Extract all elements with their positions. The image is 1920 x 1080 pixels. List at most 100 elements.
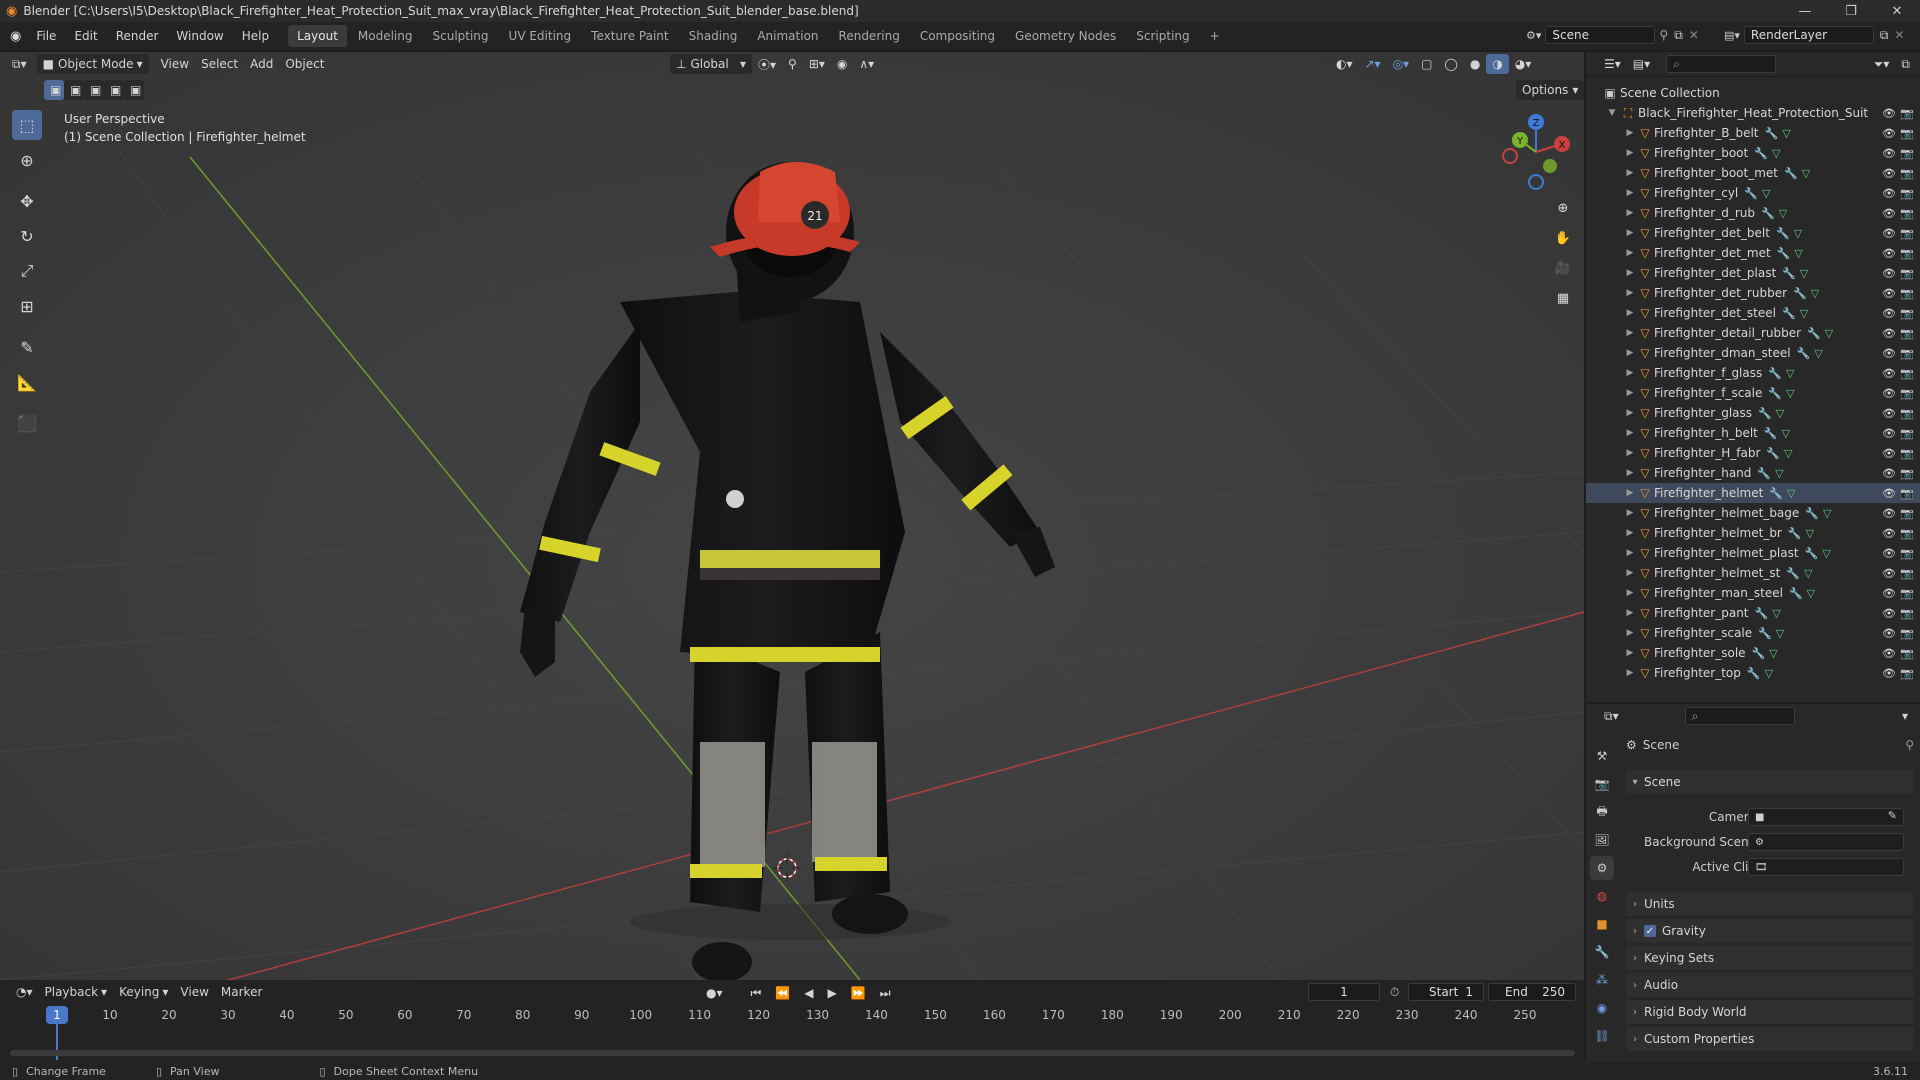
falloff-icon[interactable]: ∧▾ bbox=[853, 54, 880, 74]
object-tab-icon[interactable]: ■ bbox=[1590, 912, 1614, 936]
panel-audio[interactable]: › Audio bbox=[1626, 973, 1914, 997]
mesh-data-icon[interactable]: ▽ bbox=[1784, 447, 1792, 460]
pin-scene-icon[interactable]: ⚲ bbox=[1659, 28, 1668, 42]
visibility-eye-icon[interactable]: 👁 bbox=[1882, 487, 1896, 500]
modifier-wrench-icon[interactable]: 🔧 bbox=[1786, 567, 1800, 580]
expand-arrow-icon[interactable]: ▶ bbox=[1624, 148, 1636, 158]
viewport-menu-add[interactable]: Add bbox=[244, 54, 279, 74]
options-button[interactable]: Options ▾ bbox=[1516, 80, 1585, 100]
display-mode-icon[interactable]: ▤▾ bbox=[1627, 54, 1656, 74]
tab-modeling[interactable]: Modeling bbox=[349, 25, 422, 47]
modifier-wrench-icon[interactable]: 🔧 bbox=[1747, 667, 1761, 680]
mesh-data-icon[interactable]: ▽ bbox=[1776, 407, 1784, 420]
visibility-eye-icon[interactable]: 👁 bbox=[1882, 387, 1896, 400]
tab-shading[interactable]: Shading bbox=[680, 25, 747, 47]
close-button[interactable]: ✕ bbox=[1874, 0, 1920, 22]
tab-scripting[interactable]: Scripting bbox=[1127, 25, 1198, 47]
mesh-data-icon[interactable]: ▽ bbox=[1779, 207, 1787, 220]
modifier-wrench-icon[interactable]: 🔧 bbox=[1769, 487, 1783, 500]
visibility-eye-icon[interactable]: 👁 bbox=[1882, 627, 1896, 640]
active-clip-field[interactable]: 🎞 bbox=[1748, 858, 1904, 876]
3d-viewport[interactable]: 21 bbox=[0, 52, 1584, 980]
expand-arrow-icon[interactable]: ▶ bbox=[1624, 428, 1636, 438]
annotate-tool-icon[interactable]: ✎ bbox=[12, 332, 42, 362]
expand-arrow-icon[interactable]: ▶ bbox=[1624, 308, 1636, 318]
expand-arrow-icon[interactable]: ▶ bbox=[1624, 388, 1636, 398]
filter-icon[interactable]: ⏷▾ bbox=[1868, 54, 1896, 74]
render-camera-icon[interactable]: 📷 bbox=[1900, 527, 1914, 540]
mesh-data-icon[interactable]: ▽ bbox=[1772, 147, 1780, 160]
mesh-data-icon[interactable]: ▽ bbox=[1787, 487, 1795, 500]
visibility-eye-icon[interactable]: 👁 bbox=[1882, 647, 1896, 660]
outliner-editor-icon[interactable]: ☰▾ bbox=[1598, 54, 1627, 74]
modifier-wrench-icon[interactable]: 🔧 bbox=[1757, 467, 1771, 480]
viewport-menu-object[interactable]: Object bbox=[279, 54, 330, 74]
scene-icon[interactable]: ⚙▾ bbox=[1526, 29, 1541, 42]
visibility-eye-icon[interactable]: 👁 bbox=[1882, 567, 1896, 580]
modifier-wrench-icon[interactable]: 🔧 bbox=[1807, 327, 1821, 340]
particles-tab-icon[interactable]: ⁂ bbox=[1590, 968, 1614, 992]
panel-keying-sets[interactable]: › Keying Sets bbox=[1626, 946, 1914, 970]
modifier-wrench-icon[interactable]: 🔧 bbox=[1805, 547, 1819, 560]
outliner-object-row[interactable]: ▶ ▽ Firefighter_det_rubber 🔧 ▽ 👁 📷 bbox=[1586, 283, 1920, 303]
expand-arrow-icon[interactable]: ▶ bbox=[1624, 348, 1636, 358]
tab-rendering[interactable]: Rendering bbox=[830, 25, 909, 47]
expand-arrow-icon[interactable]: ▶ bbox=[1624, 668, 1636, 678]
visibility-eye-icon[interactable]: 👁 bbox=[1882, 247, 1896, 260]
modifier-wrench-icon[interactable]: 🔧 bbox=[1776, 227, 1790, 240]
modifier-wrench-icon[interactable]: 🔧 bbox=[1777, 247, 1791, 260]
camera-field[interactable]: ■ ✎ bbox=[1748, 808, 1904, 826]
pan-hand-icon[interactable]: ✋ bbox=[1551, 226, 1575, 250]
outliner-object-row[interactable]: ▶ ▽ Firefighter_d_rub 🔧 ▽ 👁 📷 bbox=[1586, 203, 1920, 223]
wireframe-shading-icon[interactable]: ◯ bbox=[1438, 54, 1463, 74]
mesh-data-icon[interactable]: ▽ bbox=[1814, 347, 1822, 360]
outliner-object-row[interactable]: ▶ ▽ Firefighter_det_steel 🔧 ▽ 👁 📷 bbox=[1586, 303, 1920, 323]
render-camera-icon[interactable]: 📷 bbox=[1900, 287, 1914, 300]
expand-arrow-icon[interactable]: ▶ bbox=[1624, 208, 1636, 218]
tool-tab-icon[interactable]: ⚒ bbox=[1590, 744, 1614, 768]
render-camera-icon[interactable]: 📷 bbox=[1900, 467, 1914, 480]
outliner-object-row[interactable]: ▶ ▽ Firefighter_boot 🔧 ▽ 👁 📷 bbox=[1586, 143, 1920, 163]
render-camera-icon[interactable]: 📷 bbox=[1900, 547, 1914, 560]
expand-arrow-icon[interactable]: ▶ bbox=[1624, 548, 1636, 558]
outliner-object-row[interactable]: ▶ ▽ Firefighter_boot_met 🔧 ▽ 👁 📷 bbox=[1586, 163, 1920, 183]
render-camera-icon[interactable]: 📷 bbox=[1900, 667, 1914, 680]
expand-arrow-icon[interactable]: ▶ bbox=[1624, 468, 1636, 478]
gravity-checkbox[interactable]: ✓ bbox=[1644, 925, 1656, 937]
viewport-menu-view[interactable]: View bbox=[155, 54, 195, 74]
solid-shading-icon[interactable]: ● bbox=[1464, 54, 1486, 74]
properties-search-input[interactable]: ⌕ bbox=[1684, 707, 1795, 725]
outliner-search-input[interactable]: ⌕ bbox=[1666, 55, 1777, 73]
render-camera-icon[interactable]: 📷 bbox=[1900, 207, 1914, 220]
render-camera-icon[interactable]: 📷 bbox=[1900, 427, 1914, 440]
mesh-data-icon[interactable]: ▽ bbox=[1765, 667, 1773, 680]
outliner-object-row[interactable]: ▶ ▽ Firefighter_detail_rubber 🔧 ▽ 👁 📷 bbox=[1586, 323, 1920, 343]
modifier-tab-icon[interactable]: 🔧 bbox=[1590, 940, 1614, 964]
maximize-button[interactable]: ❐ bbox=[1828, 0, 1874, 22]
expand-arrow-icon[interactable]: ▶ bbox=[1624, 488, 1636, 498]
minimize-button[interactable]: — bbox=[1782, 0, 1828, 22]
panel-gravity[interactable]: › ✓ Gravity bbox=[1626, 919, 1914, 943]
mesh-data-icon[interactable]: ▽ bbox=[1769, 647, 1777, 660]
render-camera-icon[interactable]: 📷 bbox=[1900, 327, 1914, 340]
outliner-object-row[interactable]: ▶ ▽ Firefighter_man_steel 🔧 ▽ 👁 📷 bbox=[1586, 583, 1920, 603]
expand-arrow-icon[interactable]: ▶ bbox=[1624, 328, 1636, 338]
pin-icon[interactable]: ⚲ bbox=[1905, 738, 1914, 752]
modifier-wrench-icon[interactable]: 🔧 bbox=[1765, 127, 1779, 140]
scene-collection-row[interactable]: ▣ Scene Collection bbox=[1586, 83, 1920, 103]
select-subtract-icon[interactable]: ▣ bbox=[84, 80, 104, 100]
editor-type-icon[interactable]: ⧉▾ bbox=[6, 54, 33, 74]
select-new-icon[interactable]: ▣ bbox=[44, 80, 64, 100]
outliner-object-row[interactable]: ▶ ▽ Firefighter_f_scale 🔧 ▽ 👁 📷 bbox=[1586, 383, 1920, 403]
expand-arrow-icon[interactable]: ▶ bbox=[1624, 128, 1636, 138]
transform-tool-icon[interactable]: ⊞ bbox=[12, 291, 42, 321]
modifier-wrench-icon[interactable]: 🔧 bbox=[1761, 207, 1775, 220]
tab-animation[interactable]: Animation bbox=[748, 25, 827, 47]
material-shading-icon[interactable]: ◑ bbox=[1486, 54, 1509, 74]
overlay-toggle-icon[interactable]: ◎▾ bbox=[1387, 54, 1416, 74]
outliner-object-row[interactable]: ▶ ▽ Firefighter_scale 🔧 ▽ 👁 📷 bbox=[1586, 623, 1920, 643]
render-camera-icon[interactable]: 📷 bbox=[1900, 107, 1914, 120]
modifier-wrench-icon[interactable]: 🔧 bbox=[1758, 627, 1772, 640]
current-frame-marker[interactable]: 1 bbox=[46, 1006, 68, 1024]
render-camera-icon[interactable]: 📷 bbox=[1900, 367, 1914, 380]
